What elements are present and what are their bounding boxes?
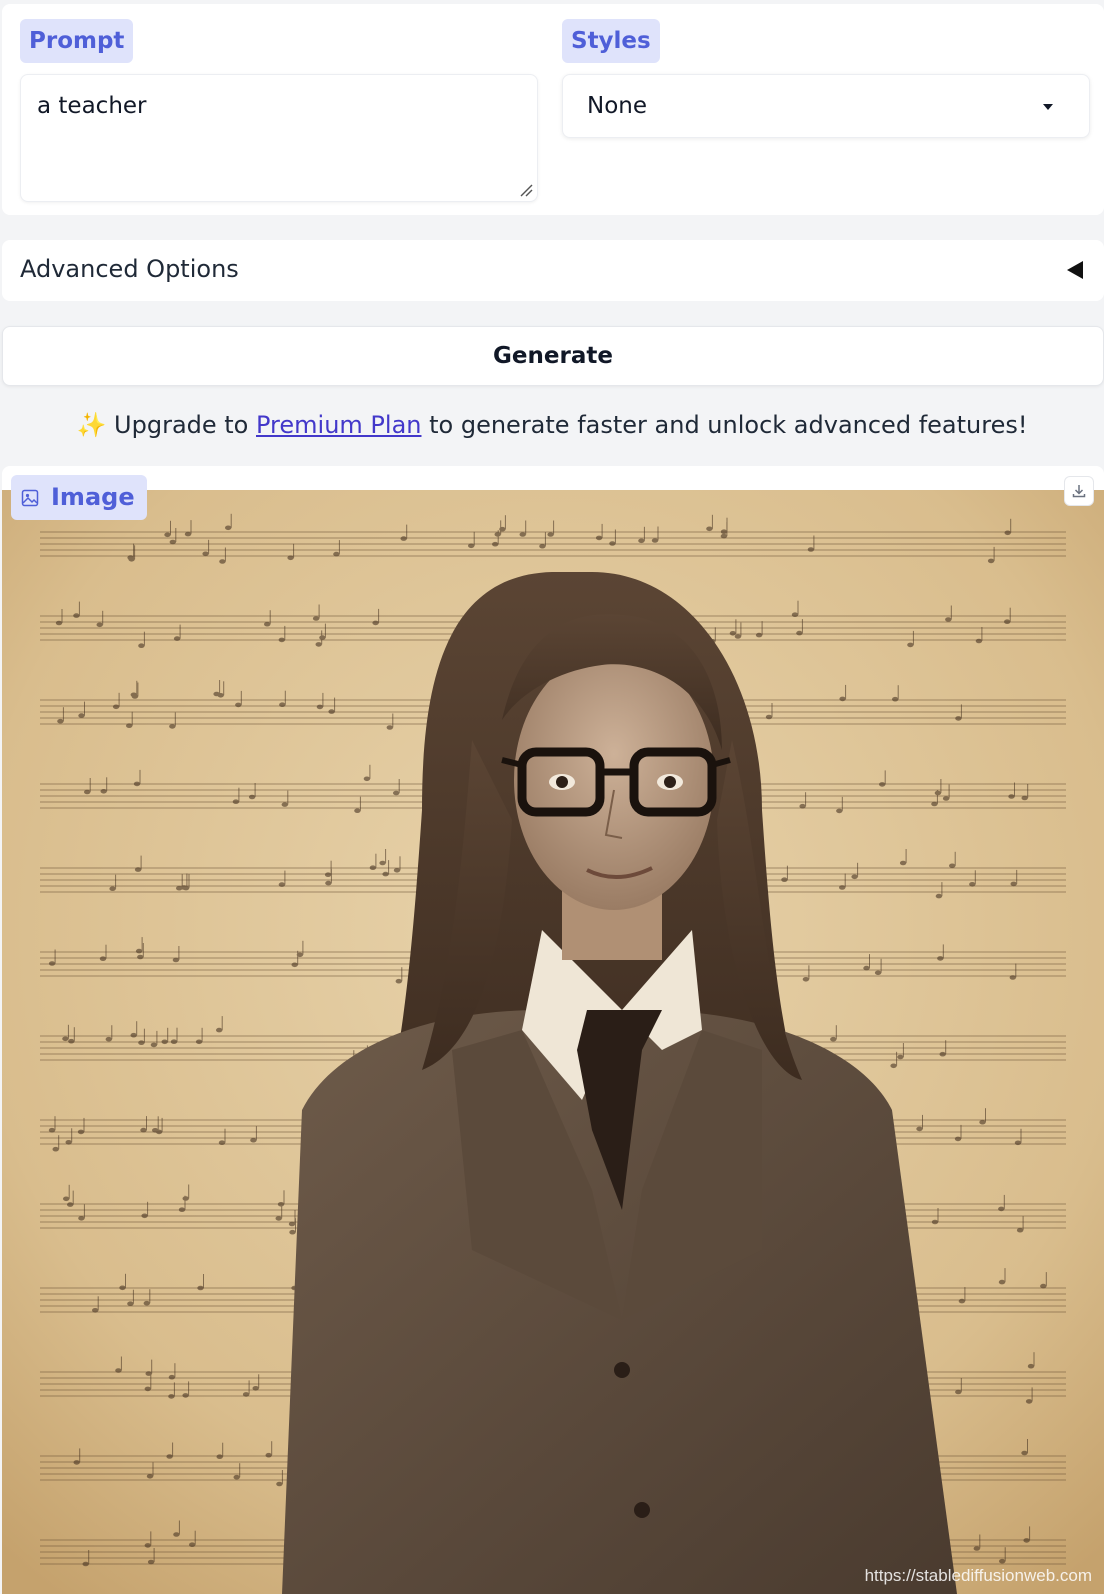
- download-icon: [1072, 485, 1086, 498]
- prompt-text: a teacher: [37, 93, 147, 119]
- styles-label: Styles: [562, 19, 660, 63]
- image-watermark: https://stablediffusionweb.com: [864, 1566, 1092, 1585]
- image-label-text: Image: [51, 483, 135, 511]
- resize-handle-icon[interactable]: [519, 183, 533, 197]
- prompt-textarea[interactable]: a teacher: [20, 74, 538, 202]
- promo-prefix: Upgrade to: [106, 411, 256, 439]
- styles-selected-value: None: [587, 93, 648, 119]
- advanced-options-accordion[interactable]: Advanced Options: [2, 240, 1104, 301]
- input-panel: Prompt a teacher Styles None: [2, 4, 1104, 215]
- premium-plan-link[interactable]: Premium Plan: [256, 411, 421, 439]
- download-button[interactable]: [1064, 476, 1094, 506]
- prompt-label: Prompt: [20, 19, 134, 63]
- upgrade-banner: ✨ Upgrade to Premium Plan to generate fa…: [0, 405, 1104, 445]
- image-label: Image: [11, 475, 147, 520]
- sparkles-icon: ✨: [76, 411, 107, 439]
- styles-dropdown[interactable]: None: [562, 74, 1090, 138]
- triangle-left-icon: [1067, 261, 1083, 279]
- generate-button[interactable]: Generate: [2, 326, 1104, 386]
- caret-down-icon: [1043, 104, 1053, 110]
- image-output-panel: Image https://stablediffusionweb.com: [2, 466, 1104, 1594]
- promo-suffix: to generate faster and unlock advanced f…: [421, 411, 1028, 439]
- advanced-options-label: Advanced Options: [20, 255, 239, 283]
- image-icon: [21, 489, 39, 506]
- generated-image: [2, 490, 1104, 1594]
